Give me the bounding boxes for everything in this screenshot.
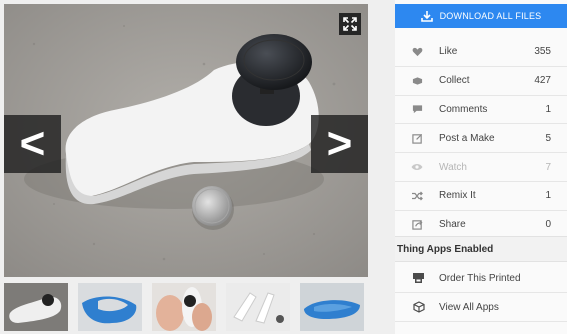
heart-icon	[411, 46, 423, 58]
thumbnail[interactable]	[4, 283, 68, 331]
next-image-button[interactable]: >	[311, 115, 368, 173]
stat-label: Like	[439, 46, 458, 58]
apps-list: Order This Printed View All Apps	[395, 264, 567, 322]
stat-label: Post a Make	[439, 132, 495, 144]
stat-label: Watch	[439, 161, 467, 173]
stat-count: 355	[534, 46, 551, 58]
stat-remix-it[interactable]: Remix It 1	[395, 182, 567, 211]
previous-image-button[interactable]: <	[4, 115, 61, 173]
thumbnail[interactable]	[300, 283, 364, 331]
stat-count: 1	[545, 103, 551, 115]
main-image-viewer[interactable]: < >	[4, 4, 368, 277]
stat-count: 427	[534, 75, 551, 87]
thumbnail-image	[226, 283, 290, 331]
app-order-this-printed[interactable]: Order This Printed	[395, 264, 567, 293]
stat-like[interactable]: Like 355	[395, 38, 567, 67]
collect-icon	[411, 75, 423, 87]
stats-list: Like 355 Collect 427 Comments 1 Post a M…	[395, 38, 567, 240]
stat-label: Collect	[439, 75, 470, 87]
stat-comments[interactable]: Comments 1	[395, 96, 567, 125]
stat-count: 5	[545, 132, 551, 144]
stat-label: Remix It	[439, 190, 476, 202]
thumbnail[interactable]	[226, 283, 290, 331]
apps-section-title: Thing Apps Enabled	[395, 236, 567, 262]
thumbnail[interactable]	[152, 283, 216, 331]
stat-watch[interactable]: Watch 7	[395, 153, 567, 182]
app-label: View All Apps	[439, 301, 499, 313]
expand-icon	[343, 17, 357, 31]
cube-icon	[412, 301, 425, 314]
download-all-files-button[interactable]: DOWNLOAD ALL FILES	[395, 4, 567, 28]
download-icon	[420, 11, 433, 22]
comment-icon	[411, 103, 423, 115]
stat-label: Share	[439, 219, 466, 231]
printer-icon	[412, 272, 425, 285]
remix-icon	[411, 190, 423, 202]
stat-label: Comments	[439, 103, 488, 115]
thumbnail[interactable]	[78, 283, 142, 331]
next-arrow-icon: >	[326, 119, 353, 168]
stat-count: 7	[545, 161, 551, 173]
thumbnail-image	[78, 283, 142, 331]
thumbnail-image	[152, 283, 216, 331]
stat-collect[interactable]: Collect 427	[395, 67, 567, 96]
stat-count: 1	[545, 190, 551, 202]
thumbnail-image	[4, 283, 68, 331]
thumbnail-strip	[4, 283, 368, 331]
app-label: Order This Printed	[439, 272, 521, 284]
download-label: DOWNLOAD ALL FILES	[439, 11, 542, 21]
share-icon	[411, 219, 423, 231]
fullscreen-button[interactable]	[339, 13, 361, 35]
thing-sidebar: DOWNLOAD ALL FILES Like 355 Collect 427 …	[395, 0, 567, 334]
previous-arrow-icon: <	[19, 119, 46, 168]
post-make-icon	[411, 132, 423, 144]
stat-count: 0	[545, 219, 551, 231]
app-view-all-apps[interactable]: View All Apps	[395, 293, 567, 322]
stat-post-a-make[interactable]: Post a Make 5	[395, 124, 567, 154]
eye-icon	[411, 161, 423, 173]
thumbnail-image	[300, 283, 364, 331]
